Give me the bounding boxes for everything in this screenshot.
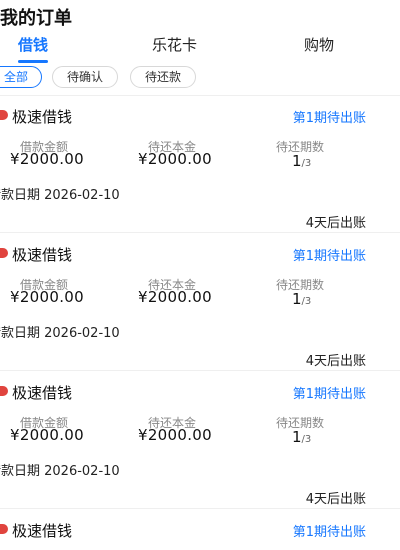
loan-date: 借款日期 2026-02-10 (0, 464, 120, 479)
order-title: 极速借钱 (12, 108, 73, 126)
remaining-periods: 1/3 (292, 152, 311, 170)
tab-shopping[interactable]: 购物 (304, 34, 334, 55)
remaining-periods: 1/3 (292, 428, 311, 446)
loan-amount: ¥2000.00 (10, 288, 84, 306)
principal-amount: ¥2000.00 (138, 426, 212, 444)
order-card[interactable]: 极速借钱 第1期待出账 借款金额 ¥2000.00 待还本金 ¥2000.00 … (0, 380, 400, 510)
principal-amount: ¥2000.00 (138, 288, 212, 306)
billing-countdown: 4天后出账 (305, 354, 366, 369)
loan-amount: ¥2000.00 (10, 150, 84, 168)
order-title: 极速借钱 (12, 384, 73, 402)
loan-product-icon (0, 386, 8, 396)
order-status: 第1期待出账 (292, 249, 366, 264)
periods-total: /3 (301, 296, 312, 307)
loan-product-icon (0, 110, 8, 120)
tab-lehua-card[interactable]: 乐花卡 (152, 34, 197, 55)
divider (0, 95, 400, 96)
filter-pending-repay[interactable]: 待还款 (130, 66, 196, 88)
order-card[interactable]: 极速借钱 第1期待出账 (0, 518, 400, 550)
order-card[interactable]: 极速借钱 第1期待出账 借款金额 ¥2000.00 待还本金 ¥2000.00 … (0, 242, 400, 372)
divider (0, 232, 400, 233)
order-title: 极速借钱 (12, 522, 73, 540)
periods-total: /3 (301, 434, 312, 445)
periods-current: 1 (292, 152, 302, 170)
order-title: 极速借钱 (12, 246, 73, 264)
loan-date: 借款日期 2026-02-10 (0, 326, 120, 341)
principal-amount: ¥2000.00 (138, 150, 212, 168)
billing-countdown: 4天后出账 (305, 216, 366, 231)
page-title: 我的订单 (0, 8, 72, 29)
loan-date: 借款日期 2026-02-10 (0, 188, 120, 203)
order-status: 第1期待出账 (292, 525, 366, 540)
order-tabs: 借钱 乐花卡 购物 (0, 34, 400, 64)
remaining-periods: 1/3 (292, 290, 311, 308)
active-tab-indicator (18, 60, 48, 63)
order-status: 第1期待出账 (292, 387, 366, 402)
filter-all[interactable]: 全部 (0, 66, 42, 88)
divider (0, 370, 400, 371)
billing-countdown: 4天后出账 (305, 492, 366, 507)
periods-total: /3 (301, 158, 312, 169)
filter-pending-confirm[interactable]: 待确认 (52, 66, 118, 88)
order-card[interactable]: 极速借钱 第1期待出账 借款金额 ¥2000.00 待还本金 ¥2000.00 … (0, 104, 400, 234)
divider (0, 508, 400, 509)
loan-amount: ¥2000.00 (10, 426, 84, 444)
order-status: 第1期待出账 (292, 111, 366, 126)
filter-bar: 全部 待确认 待还款 (0, 66, 400, 88)
loan-product-icon (0, 248, 8, 258)
tab-loan[interactable]: 借钱 (18, 34, 48, 55)
periods-current: 1 (292, 428, 302, 446)
periods-current: 1 (292, 290, 302, 308)
loan-product-icon (0, 524, 8, 534)
